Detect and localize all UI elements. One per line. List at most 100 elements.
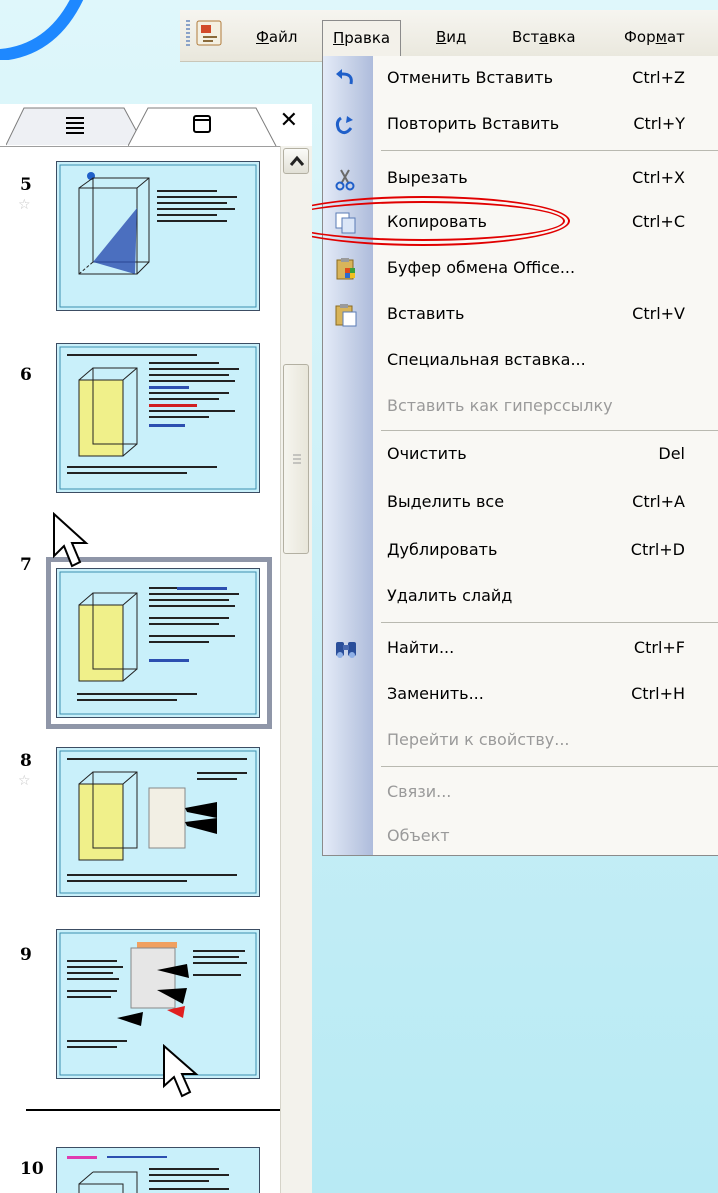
slide-thumbnail-5[interactable] xyxy=(56,161,260,311)
menu-item-shortcut: Ctrl+X xyxy=(632,168,685,187)
slide-9-content xyxy=(59,932,257,1076)
close-icon[interactable]: ✕ xyxy=(280,108,298,133)
slide-number: 10 xyxy=(20,1159,44,1179)
menu-item-undo[interactable]: Отменить Вставить Ctrl+Z xyxy=(323,60,718,98)
menu-item-clear[interactable]: Очистить Del xyxy=(323,436,718,474)
menu-item-links: Связи... xyxy=(323,774,718,812)
menu-item-paste[interactable]: Вставить Ctrl+V xyxy=(323,296,718,334)
menu-edit-accel: П xyxy=(333,29,345,47)
undo-icon xyxy=(336,69,353,85)
menu-edit-label: равка xyxy=(344,29,391,47)
slide-10-content xyxy=(67,1156,229,1193)
menu-format-label: ат xyxy=(666,28,685,46)
menu-item-label: Специальная вставка... xyxy=(387,350,586,369)
mouse-pointer-icon xyxy=(53,512,89,568)
chevron-up-icon xyxy=(289,155,305,166)
transition-star-icon: ☆ xyxy=(18,773,31,789)
transition-star-icon: ☆ xyxy=(18,197,31,213)
slide-number: 6 xyxy=(20,365,32,385)
menu-bar: Файл Правка Вид Вставка Формат xyxy=(180,10,718,66)
menu-item-office-clipboard[interactable]: Буфер обмена Office... xyxy=(323,250,718,288)
menu-file-label: айл xyxy=(268,28,298,46)
pane-tabstrip: ✕ xyxy=(0,104,312,146)
menu-separator xyxy=(381,766,718,767)
menu-item-redo[interactable]: Повторить Вставить Ctrl+Y xyxy=(323,106,718,144)
menu-view[interactable]: Вид xyxy=(436,28,466,46)
edit-menu-dropdown: Отменить Вставить Ctrl+Z Повторить Встав… xyxy=(322,56,718,856)
scroll-up-button[interactable] xyxy=(283,148,309,174)
menu-item-shortcut: Ctrl+V xyxy=(632,304,685,323)
slide-number: 8 xyxy=(20,751,32,771)
binoculars-icon xyxy=(336,642,356,658)
slides-list[interactable]: 5 ☆ 6 7 8 ☆ 9 10 xyxy=(0,146,300,1193)
menu-format-pre: Фор xyxy=(624,28,656,46)
slide-5-content xyxy=(59,164,257,308)
menu-item-label: Удалить слайд xyxy=(387,586,513,605)
menu-file-accel: Ф xyxy=(256,28,269,46)
menu-item-delete-slide[interactable]: Удалить слайд xyxy=(323,578,718,616)
scissors-icon xyxy=(335,169,355,191)
menu-item-label: Буфер обмена Office... xyxy=(387,258,576,277)
menu-file[interactable]: Файл xyxy=(256,28,297,46)
slides-pane: ✕ 5 ☆ 6 7 8 ☆ 9 10 xyxy=(0,104,312,1193)
menu-item-label: Связи... xyxy=(387,782,452,801)
menu-item-label: Повторить Вставить xyxy=(387,114,560,133)
paste-icon xyxy=(335,304,357,327)
menu-item-shortcut: Ctrl+D xyxy=(630,540,685,559)
redo-icon xyxy=(335,116,353,135)
slide-thumbnail-7[interactable] xyxy=(56,568,260,718)
drag-pointer-icon xyxy=(163,1044,199,1098)
menu-item-label: Очистить xyxy=(387,444,467,463)
grip-icon xyxy=(293,454,301,464)
menu-item-goto-property: Перейти к свойству... xyxy=(323,722,718,760)
menu-item-duplicate[interactable]: Дублировать Ctrl+D xyxy=(323,532,718,570)
slide-number: 7 xyxy=(20,555,32,575)
menu-insert-pre: Вст xyxy=(512,28,540,46)
menu-item-shortcut: Ctrl+A xyxy=(632,492,685,511)
slide-thumbnail-8[interactable] xyxy=(56,747,260,897)
menu-item-shortcut: Ctrl+C xyxy=(631,212,685,231)
menu-separator xyxy=(381,150,718,151)
menu-item-cut[interactable]: Вырезать Ctrl+X xyxy=(323,160,718,198)
menu-insert-label: вка xyxy=(548,28,576,46)
tab-slides[interactable] xyxy=(128,106,278,146)
powerpoint-app-icon[interactable] xyxy=(194,18,224,48)
menu-item-label: Перейти к свойству... xyxy=(387,730,570,749)
slide-thumbnail-9[interactable] xyxy=(56,929,260,1079)
menu-item-shortcut: Ctrl+H xyxy=(631,684,685,703)
slide-number: 5 xyxy=(20,175,32,195)
menu-item-object: Объект xyxy=(323,818,718,856)
menu-separator xyxy=(381,430,718,431)
menu-item-label: Объект xyxy=(387,826,450,845)
menu-item-label: Выделить все xyxy=(387,492,505,511)
slide-8-content xyxy=(59,750,257,894)
toolbar-grip[interactable] xyxy=(186,20,190,48)
menu-item-label: Вставить как гиперссылку xyxy=(387,396,613,415)
menu-item-label: Дублировать xyxy=(387,540,498,559)
scroll-thumb[interactable] xyxy=(283,364,309,554)
copy-highlight-ellipse xyxy=(276,196,570,246)
menu-item-select-all[interactable]: Выделить все Ctrl+A xyxy=(323,484,718,522)
menu-item-replace[interactable]: Заменить... Ctrl+H xyxy=(323,676,718,714)
slides-scrollbar[interactable] xyxy=(280,146,312,1193)
tab-outline[interactable] xyxy=(6,106,146,146)
menu-item-paste-special[interactable]: Специальная вставка... xyxy=(323,342,718,380)
menu-item-find[interactable]: Найти... Ctrl+F xyxy=(323,630,718,668)
menu-insert[interactable]: Вставка xyxy=(512,28,576,46)
menu-item-label: Отменить Вставить xyxy=(387,68,553,87)
slide-thumbnail-6[interactable] xyxy=(56,343,260,493)
menu-item-shortcut: Ctrl+Y xyxy=(633,114,685,133)
menu-item-label: Вырезать xyxy=(387,168,468,187)
menu-separator xyxy=(381,622,718,623)
insertion-line xyxy=(26,1109,300,1111)
slide-thumbnail-10[interactable] xyxy=(56,1147,260,1193)
menu-item-label: Найти... xyxy=(387,638,455,657)
menu-item-shortcut: Ctrl+F xyxy=(633,638,685,657)
slide-number: 9 xyxy=(20,945,32,965)
menu-item-shortcut: Del xyxy=(658,444,685,463)
menu-format-accel: м xyxy=(655,28,667,46)
menu-format[interactable]: Формат xyxy=(624,28,685,46)
menu-view-label: ид xyxy=(446,28,467,46)
slide-7-content xyxy=(59,571,257,715)
slide-6-content xyxy=(59,346,257,490)
